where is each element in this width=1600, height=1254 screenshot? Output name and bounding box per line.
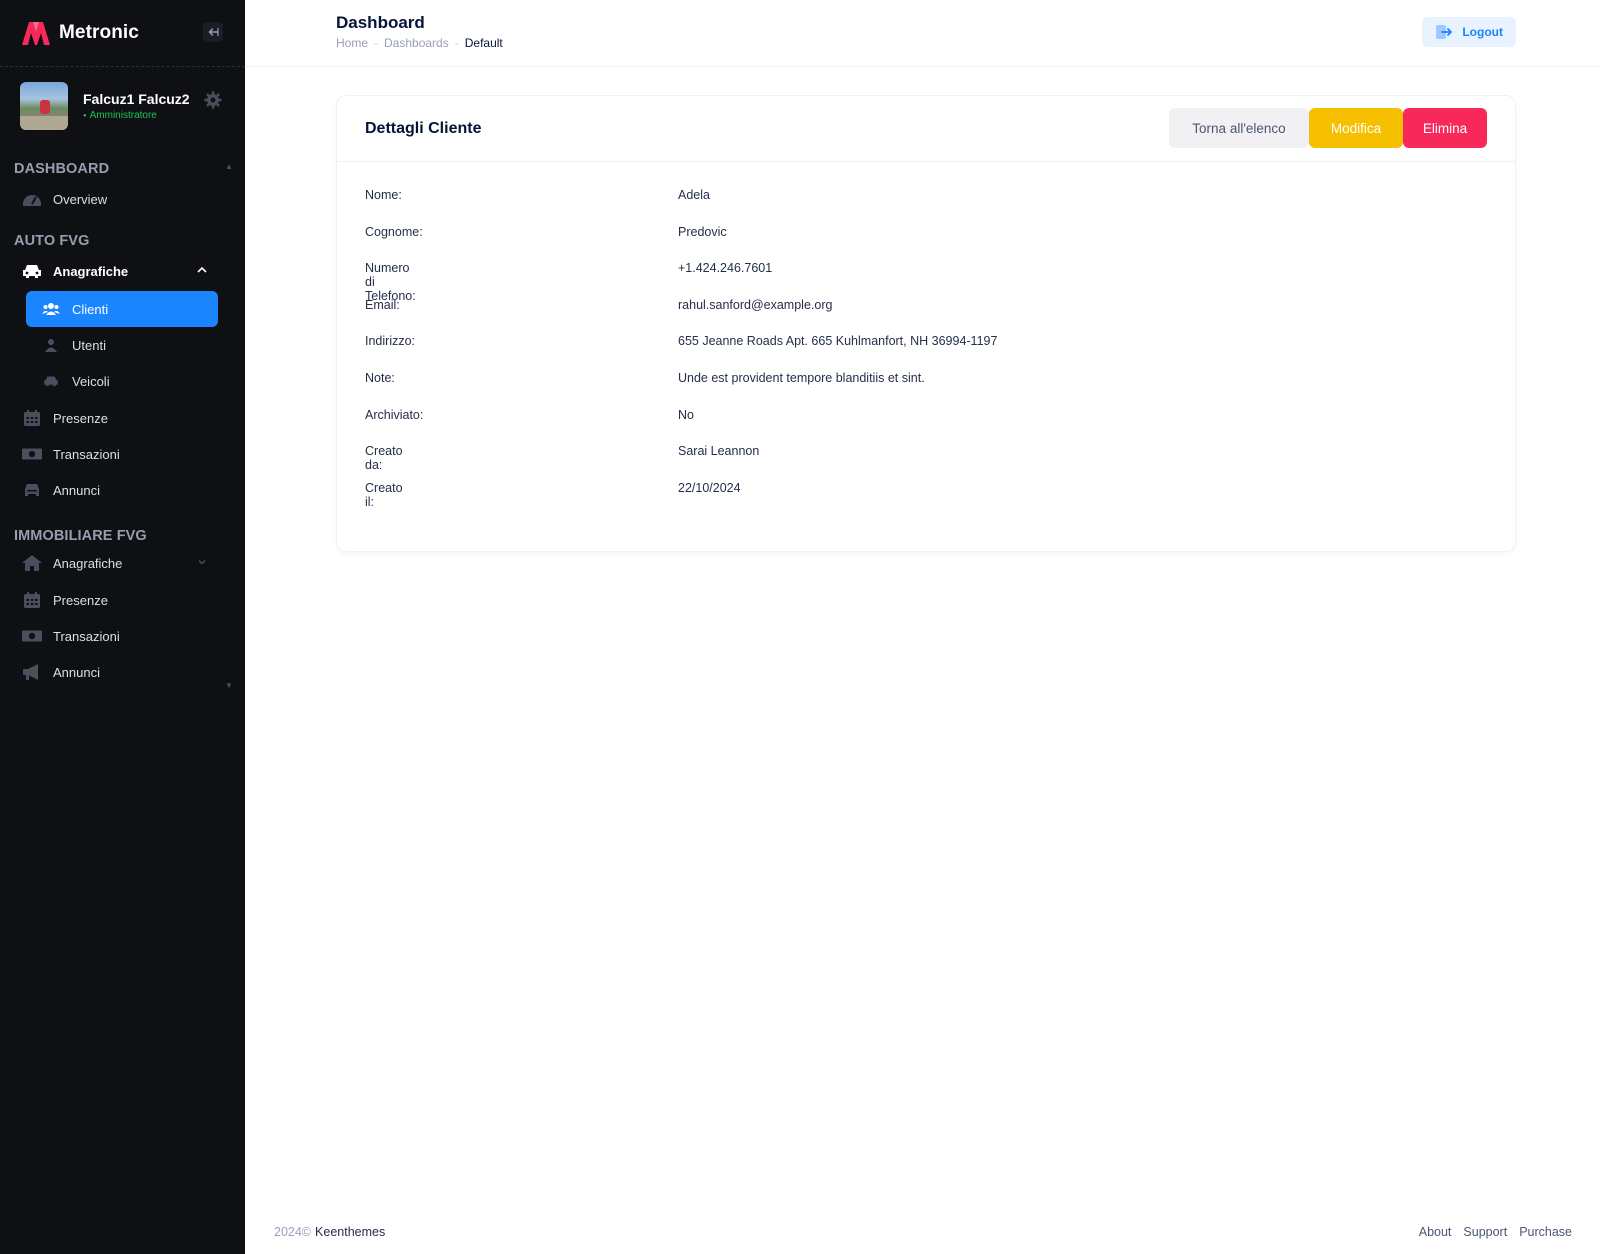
user-role-badge: Amministratore [83, 110, 190, 121]
sidebar-item-label: Anagrafiche [53, 555, 123, 571]
sidebar-item-label: Clienti [72, 301, 109, 317]
logout-icon [1436, 25, 1453, 39]
chevron-up-icon [197, 266, 207, 273]
sidebar-item-veicoli[interactable]: Veicoli [26, 363, 218, 399]
sidebar-item-label: Presenze [53, 592, 108, 608]
breadcrumb-separator: - [454, 36, 459, 50]
field-value: Unde est provident tempore blanditiis et… [678, 370, 925, 385]
sidebar-item-label: Transazioni [53, 628, 120, 644]
chevron-down-icon [198, 560, 206, 565]
field-label: Nome: [365, 188, 402, 202]
breadcrumb-dashboards[interactable]: Dashboards [384, 36, 449, 50]
sidebar-item-label: Overview [53, 191, 108, 207]
footer-year: 2024© [274, 1225, 312, 1239]
sidebar-item-utenti[interactable]: Utenti [26, 327, 218, 363]
avatar[interactable] [20, 82, 68, 130]
sidebar-item-label: Veicoli [72, 373, 110, 389]
footer-copyright: 2024© Keenthemes [274, 1225, 385, 1239]
field-value: rahul.sanford@example.org [678, 297, 833, 312]
users-icon [42, 300, 60, 318]
section-title-auto-fvg: AUTO FVG [14, 233, 90, 249]
user-profile: Falcuz1 Falcuz2 Amministratore [20, 82, 245, 130]
field-value: +1.424.246.7601 [678, 261, 773, 276]
sidebar-item-transazioni-auto[interactable]: Transazioni [22, 437, 222, 471]
field-value: 22/10/2024 [678, 480, 741, 495]
field-label: Note: [365, 370, 395, 385]
field-label: Indirizzo: [365, 334, 416, 349]
sidebar-item-anagrafiche-immobiliare[interactable]: Anagrafiche [22, 546, 222, 580]
sidebar-item-label: Utenti [72, 337, 106, 353]
car-icon [42, 372, 60, 390]
sidebar-item-anagrafiche-auto[interactable]: Anagrafiche [22, 254, 222, 288]
topbar: Dashboard Home - Dashboards - Default Lo… [245, 0, 1600, 67]
breadcrumb-home[interactable]: Home [336, 36, 368, 50]
field-value: Predovic [678, 224, 727, 239]
field-value: No [678, 407, 694, 422]
section-title-dashboard: DASHBOARD [14, 161, 110, 177]
gear-icon[interactable] [203, 90, 223, 110]
money-icon [22, 626, 42, 646]
field-label: Creato da: [365, 444, 403, 473]
sidebar-item-annunci-auto[interactable]: Annunci [22, 473, 222, 507]
footer: 2024© Keenthemes About Support Purchase [245, 1210, 1600, 1254]
breadcrumb-current: Default [464, 36, 503, 50]
client-details-card: Dettagli Cliente Torna all'elenco Modifi… [336, 95, 1516, 552]
gauge-icon [22, 189, 42, 209]
car-icon [22, 261, 42, 281]
sidebar-item-annunci-immobiliare[interactable]: Annunci [22, 655, 222, 689]
sidebar-item-clienti[interactable]: Clienti [26, 291, 218, 327]
megaphone-icon [22, 662, 42, 682]
page-title: Dashboard [336, 13, 425, 32]
sidebar-header: Metronic [0, 0, 245, 67]
user-name[interactable]: Falcuz1 Falcuz2 [83, 91, 190, 107]
logout-label: Logout [1462, 25, 1503, 39]
sidebar-item-label: Transazioni [53, 446, 120, 462]
footer-brand-link[interactable]: Keenthemes [315, 1225, 385, 1239]
field-label: Email: [365, 297, 400, 312]
footer-link-purchase[interactable]: Purchase [1519, 1225, 1572, 1239]
sidebar-item-presenze-immobiliare[interactable]: Presenze [22, 583, 222, 617]
money-icon [22, 444, 42, 464]
card-actions: Torna all'elenco Modifica Elimina [1169, 108, 1487, 148]
sidebar-item-transazioni-immobiliare[interactable]: Transazioni [22, 619, 222, 653]
breadcrumb-separator: - [374, 36, 379, 50]
field-value: Sarai Leannon [678, 444, 760, 459]
field-value: 655 Jeanne Roads Apt. 665 Kuhlmanfort, N… [678, 334, 998, 349]
field-label: Cognome: [365, 224, 423, 239]
logout-button[interactable]: Logout [1422, 17, 1516, 47]
footer-link-about[interactable]: About [1419, 1225, 1452, 1239]
breadcrumb: Home - Dashboards - Default [336, 36, 503, 50]
delete-button[interactable]: Elimina [1403, 108, 1487, 148]
sidebar-item-label: Annunci [53, 664, 100, 680]
back-to-list-button[interactable]: Torna all'elenco [1169, 108, 1309, 148]
footer-link-support[interactable]: Support [1463, 1225, 1507, 1239]
sidebar-item-overview[interactable]: Overview [22, 182, 222, 216]
scroll-up-icon[interactable]: ▲ [225, 162, 233, 171]
card-header: Dettagli Cliente Torna all'elenco Modifi… [337, 96, 1515, 162]
sidebar-item-label: Annunci [53, 482, 100, 498]
sidebar-item-label: Presenze [53, 410, 108, 426]
sidebar-collapse-button[interactable] [203, 22, 223, 42]
field-value: Adela [678, 188, 710, 202]
scroll-down-icon[interactable]: ▼ [225, 681, 233, 690]
arrow-left-icon [208, 28, 219, 36]
calendar-icon [22, 408, 42, 428]
car-front-icon [22, 480, 42, 500]
section-title-immobiliare-fvg: IMMOBILIARE FVG [14, 528, 147, 544]
sidebar-item-label: Anagrafiche [53, 263, 129, 279]
edit-button[interactable]: Modifica [1309, 108, 1403, 148]
sidebar-item-presenze-auto[interactable]: Presenze [22, 401, 222, 435]
app-name[interactable]: Metronic [59, 22, 139, 44]
sidebar: Metronic Falcuz1 Falcuz2 Amministratore [0, 0, 245, 1254]
home-icon [22, 553, 42, 573]
user-icon [42, 336, 60, 354]
footer-links: About Support Purchase [1407, 1225, 1572, 1239]
field-label: Archiviato: [365, 407, 424, 422]
field-label: Creato il: [365, 480, 403, 509]
calendar-icon [22, 590, 42, 610]
card-title: Dettagli Cliente [365, 120, 482, 137]
metronic-logo-icon[interactable] [20, 20, 52, 46]
